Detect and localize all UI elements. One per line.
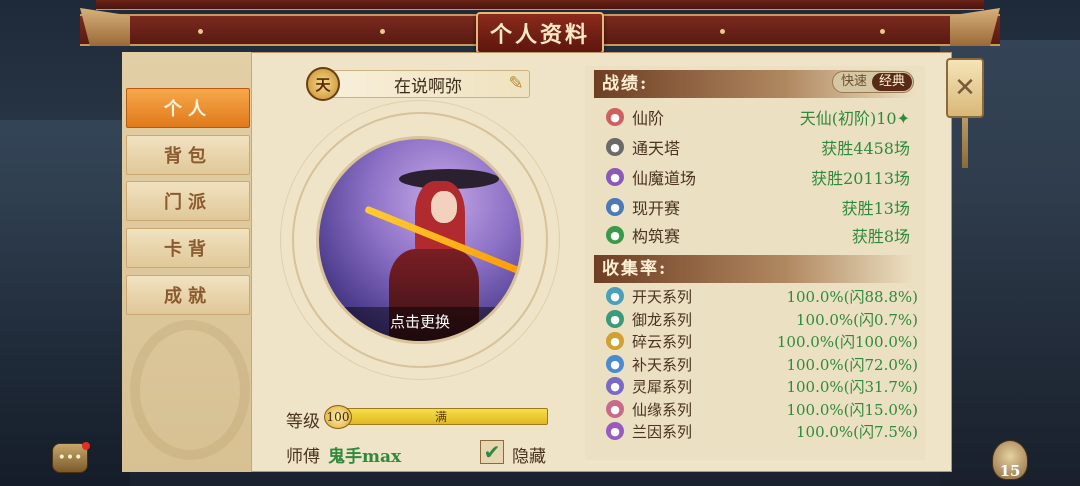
record-icon: ● <box>606 226 624 244</box>
record-icon: ● <box>606 138 624 156</box>
avatar[interactable]: 点击更换 <box>316 136 524 344</box>
collection-row: ● 御龙系列 100.0%(闪0.7%) <box>606 308 918 330</box>
record-row: ● 构筑赛 获胜8场 <box>606 222 910 248</box>
master-name[interactable]: 鬼手max <box>328 442 401 467</box>
series-rate: 100.0%(闪0.7%) <box>795 310 918 329</box>
level-label: 等级 <box>286 412 320 432</box>
hide-checkbox[interactable]: ✔ <box>480 440 504 464</box>
series-name: 兰因系列 <box>632 422 693 441</box>
bag-count: 15 <box>999 462 1021 480</box>
series-rate: 100.0%(闪31.7%) <box>786 377 918 396</box>
series-icon: ● <box>606 422 624 440</box>
player-name: 在说啊弥 <box>394 76 462 97</box>
hide-label: 隐藏 <box>512 447 546 467</box>
chat-icon: ••• <box>57 450 83 466</box>
series-name: 碎云系列 <box>632 332 693 351</box>
collection-row: ● 碎云系列 100.0%(闪100.0%) <box>606 330 918 352</box>
top-rail <box>96 0 984 10</box>
toggle-fast[interactable]: 快速 <box>834 73 874 91</box>
series-name: 补天系列 <box>632 355 693 374</box>
record-name: 构筑赛 <box>632 227 681 246</box>
checkmark-icon: ✔ <box>483 440 501 464</box>
collection-row: ● 开天系列 100.0%(闪88.8%) <box>606 285 918 307</box>
series-icon: ● <box>606 310 624 328</box>
edit-icon[interactable]: ✎ <box>505 72 527 94</box>
level-max-label: 满 <box>434 410 447 424</box>
tab-sect[interactable]: 门派 <box>126 181 250 221</box>
record-name: 现开赛 <box>632 199 681 218</box>
series-rate: 100.0%(闪100.0%) <box>776 332 918 351</box>
series-rate: 100.0%(闪15.0%) <box>786 400 918 419</box>
collection-row: ● 灵犀系列 100.0%(闪31.7%) <box>606 375 918 397</box>
record-row: ● 现开赛 获胜13场 <box>606 194 910 220</box>
series-name: 灵犀系列 <box>632 377 693 396</box>
series-icon: ● <box>606 400 624 418</box>
player-name-bar: 在说啊弥 <box>326 70 530 98</box>
series-name: 开天系列 <box>632 287 693 306</box>
record-icon: ● <box>606 108 624 126</box>
record-icon: ● <box>606 198 624 216</box>
background-scenery-left <box>0 120 130 486</box>
master-label: 师傅 <box>286 447 320 467</box>
record-value: 天仙(初阶)10✦ <box>799 109 910 128</box>
record-value: 获胜8场 <box>851 227 910 246</box>
tab-card-back[interactable]: 卡背 <box>126 228 250 268</box>
record-row: ● 仙阶 天仙(初阶)10✦ <box>606 104 910 130</box>
tab-backpack[interactable]: 背包 <box>126 135 250 175</box>
level-value: 100 <box>324 405 352 429</box>
tab-personal[interactable]: 个人 <box>126 88 250 128</box>
lantern-tassel <box>962 118 968 168</box>
collection-row: ● 补天系列 100.0%(闪72.0%) <box>606 353 918 375</box>
close-icon: ✕ <box>954 73 976 103</box>
collection-header: 收集率: <box>594 255 914 283</box>
series-icon: ● <box>606 332 624 350</box>
series-name: 御龙系列 <box>632 310 693 329</box>
avatar-face <box>431 191 457 223</box>
page-title: 个人资料 <box>476 12 604 54</box>
tab-achievement[interactable]: 成就 <box>126 275 250 315</box>
record-row: ● 通天塔 获胜4458场 <box>606 134 910 160</box>
record-name: 仙魔道场 <box>632 169 697 188</box>
series-rate: 100.0%(闪88.8%) <box>786 287 918 306</box>
collection-row: ● 兰因系列 100.0%(闪7.5%) <box>606 420 918 442</box>
series-name: 仙缘系列 <box>632 400 693 419</box>
toggle-classic[interactable]: 经典 <box>872 73 912 91</box>
record-row: ● 仙魔道场 获胜20113场 <box>606 164 910 190</box>
record-icon: ● <box>606 168 624 186</box>
series-icon: ● <box>606 355 624 373</box>
series-icon: ● <box>606 377 624 395</box>
record-name: 仙阶 <box>632 109 665 128</box>
collection-row: ● 仙缘系列 100.0%(闪15.0%) <box>606 398 918 420</box>
change-avatar-button[interactable]: 点击更换 <box>319 307 521 341</box>
notification-dot <box>82 442 90 450</box>
series-icon: ● <box>606 287 624 305</box>
close-button[interactable]: ✕ <box>946 58 984 118</box>
series-rate: 100.0%(闪7.5%) <box>795 422 918 441</box>
series-rate: 100.0%(闪72.0%) <box>786 355 918 374</box>
mode-toggle[interactable]: 快速 经典 <box>832 71 914 93</box>
rank-badge: 天 <box>306 67 340 101</box>
record-value: 获胜13场 <box>841 199 910 218</box>
record-name: 通天塔 <box>632 139 681 158</box>
sidebar-ornament <box>130 320 250 460</box>
record-value: 获胜20113场 <box>811 169 910 188</box>
record-value: 获胜4458场 <box>821 139 910 158</box>
